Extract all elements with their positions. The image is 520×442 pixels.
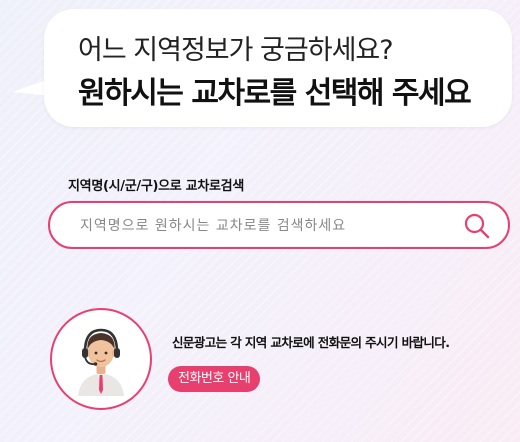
phone-guide-button[interactable]: 전화번호 안내 <box>168 366 261 392</box>
contact-message: 신문광고는 각 지역 교차로에 전화문의 주시기 바랍니다. <box>172 335 450 350</box>
search-input[interactable] <box>80 213 430 239</box>
bubble-instruction: 원하시는 교차로를 선택해 주세요 <box>78 76 472 111</box>
search-label: 지역명(시/군/구)으로 교차로검색 <box>68 179 244 194</box>
operator-avatar <box>50 308 152 410</box>
bubble-question: 어느 지역정보가 궁금하세요? <box>78 35 394 66</box>
operator-avatar-icon <box>78 328 124 396</box>
search-icon[interactable] <box>462 211 492 241</box>
search-box <box>48 201 510 249</box>
